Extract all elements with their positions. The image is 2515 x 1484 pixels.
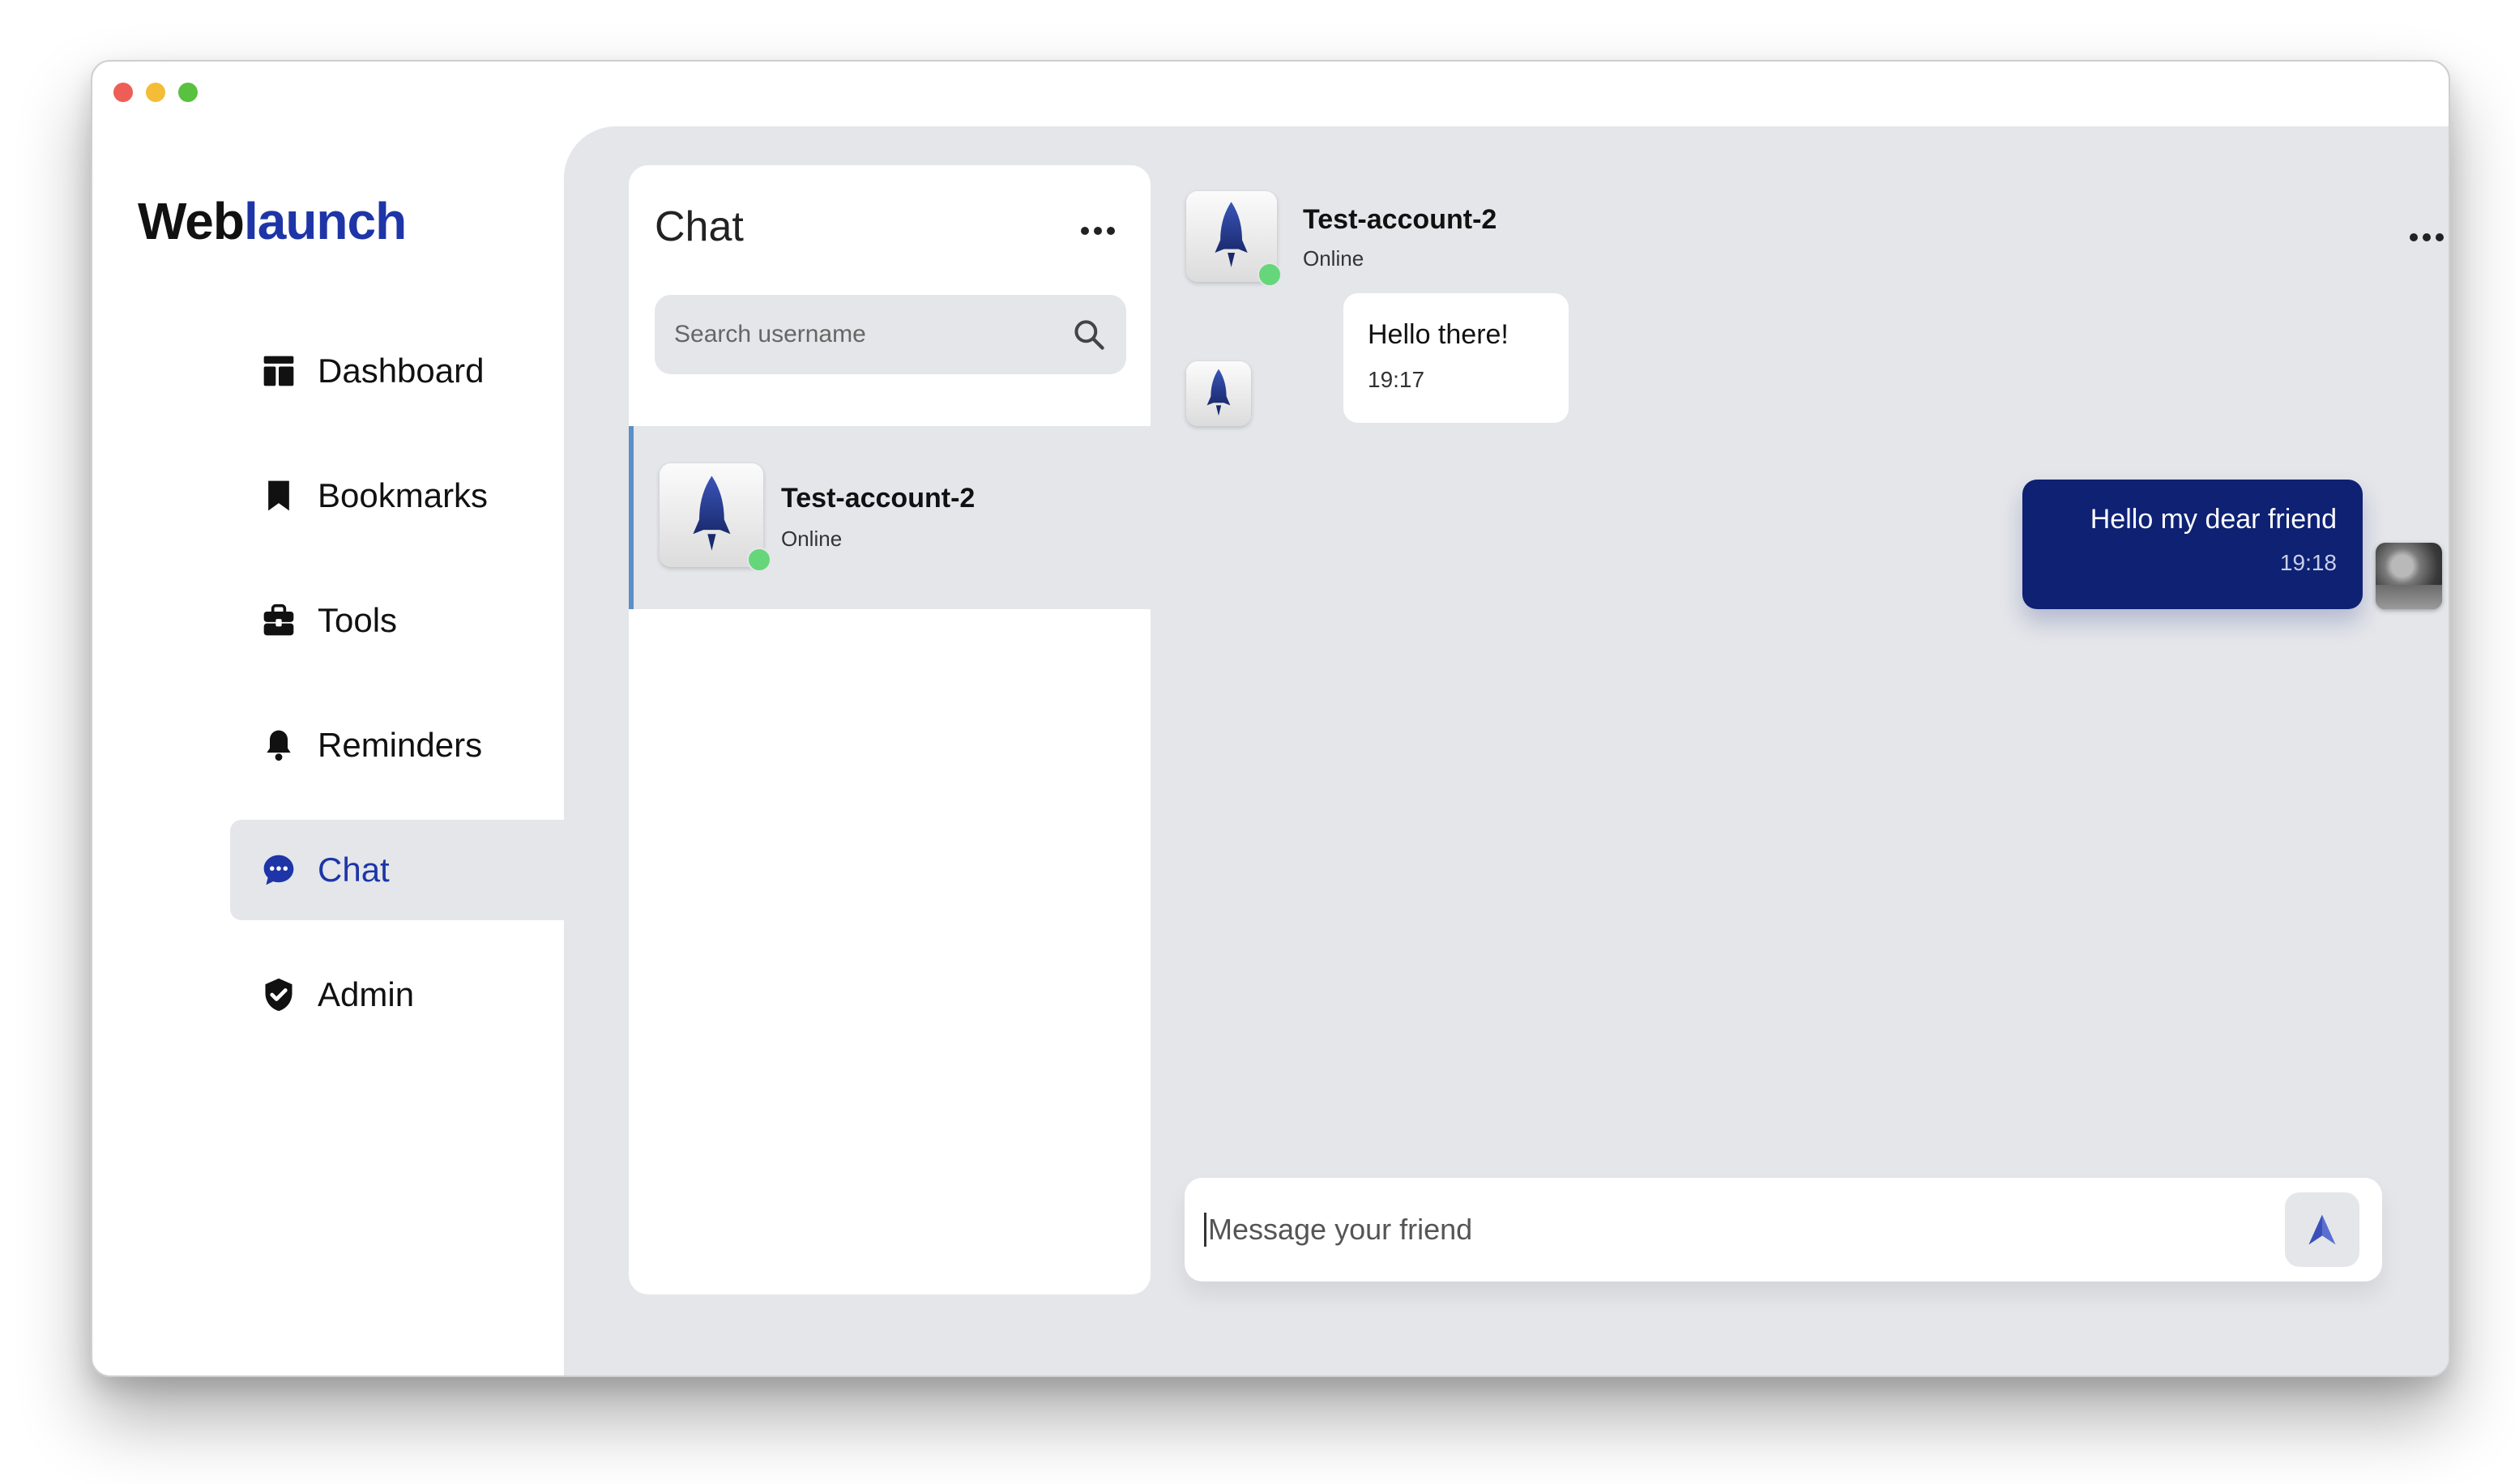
message-text: Hello there! [1368, 319, 1509, 350]
sidebar-nav: Dashboard Bookmarks Tools Reminders Chat [230, 321, 564, 1069]
dashboard-icon [259, 352, 298, 390]
sidebar-item-label: Admin [318, 975, 415, 1013]
main-content: Chat Test-account-2 Online Test-account-… [564, 126, 2449, 1375]
sidebar-item-admin[interactable]: Admin [230, 945, 564, 1045]
sidebar-item-dashboard[interactable]: Dashboard [230, 321, 564, 421]
conversation-name: Test-account-2 [1303, 204, 1497, 235]
incoming-message: Hello there! 19:17 [1343, 293, 1569, 423]
logo-accent: launch [243, 192, 407, 250]
sidebar-item-reminders[interactable]: Reminders [230, 695, 564, 795]
search-input[interactable] [674, 321, 1071, 348]
outgoing-message: Hello my dear friend 19:18 [2022, 480, 2363, 609]
bookmark-icon [259, 476, 298, 515]
more-options-icon[interactable] [1081, 227, 1115, 235]
online-status-dot [1258, 262, 1282, 287]
search-box [655, 295, 1126, 374]
contact-list-item[interactable]: Test-account-2 Online [629, 426, 1151, 609]
message-text: Hello my dear friend [2090, 504, 2337, 535]
sidebar-item-label: Chat [318, 851, 390, 889]
maximize-window-button[interactable] [178, 83, 198, 102]
online-status-dot [747, 548, 771, 572]
message-input[interactable] [1204, 1213, 2285, 1247]
minimize-window-button[interactable] [146, 83, 165, 102]
app-logo[interactable]: Weblaunch [138, 191, 407, 251]
chat-bubble-icon [259, 851, 298, 889]
sidebar-item-label: Reminders [318, 726, 483, 764]
send-arrow-icon [2308, 1214, 2336, 1245]
message-time: 19:18 [2279, 550, 2337, 575]
rocket-icon [1215, 202, 1249, 268]
chat-list-panel: Chat Test-account-2 Online [629, 165, 1151, 1294]
message-time: 19:17 [1368, 367, 1425, 392]
user-avatar [2376, 543, 2442, 609]
bell-icon [259, 726, 298, 765]
sender-avatar [1186, 361, 1251, 426]
shield-check-icon [259, 975, 298, 1014]
logo-prefix: Web [138, 192, 245, 250]
send-button[interactable] [2285, 1192, 2359, 1267]
conversation-status: Online [1303, 246, 1364, 271]
app-window: Weblaunch Dashboard Bookmarks Tools Remi… [91, 60, 2450, 1377]
contact-avatar [660, 463, 763, 567]
window-controls [113, 83, 198, 102]
sidebar-item-tools[interactable]: Tools [230, 570, 564, 671]
conversation-options-icon[interactable] [2410, 233, 2444, 241]
sidebar-item-label: Bookmarks [318, 476, 489, 514]
rocket-icon [692, 475, 731, 551]
sidebar-item-label: Dashboard [318, 352, 485, 390]
rocket-icon [1206, 369, 1231, 416]
contact-name: Test-account-2 [781, 483, 976, 514]
sidebar-item-label: Tools [318, 601, 398, 639]
contact-status: Online [781, 527, 843, 551]
chat-list-title: Chat [655, 203, 744, 250]
message-composer [1185, 1178, 2382, 1281]
sidebar-item-chat[interactable]: Chat [230, 820, 564, 920]
close-window-button[interactable] [113, 83, 133, 102]
search-icon[interactable] [1071, 317, 1107, 352]
sidebar-item-bookmarks[interactable]: Bookmarks [230, 446, 564, 546]
toolbox-icon [259, 601, 298, 640]
